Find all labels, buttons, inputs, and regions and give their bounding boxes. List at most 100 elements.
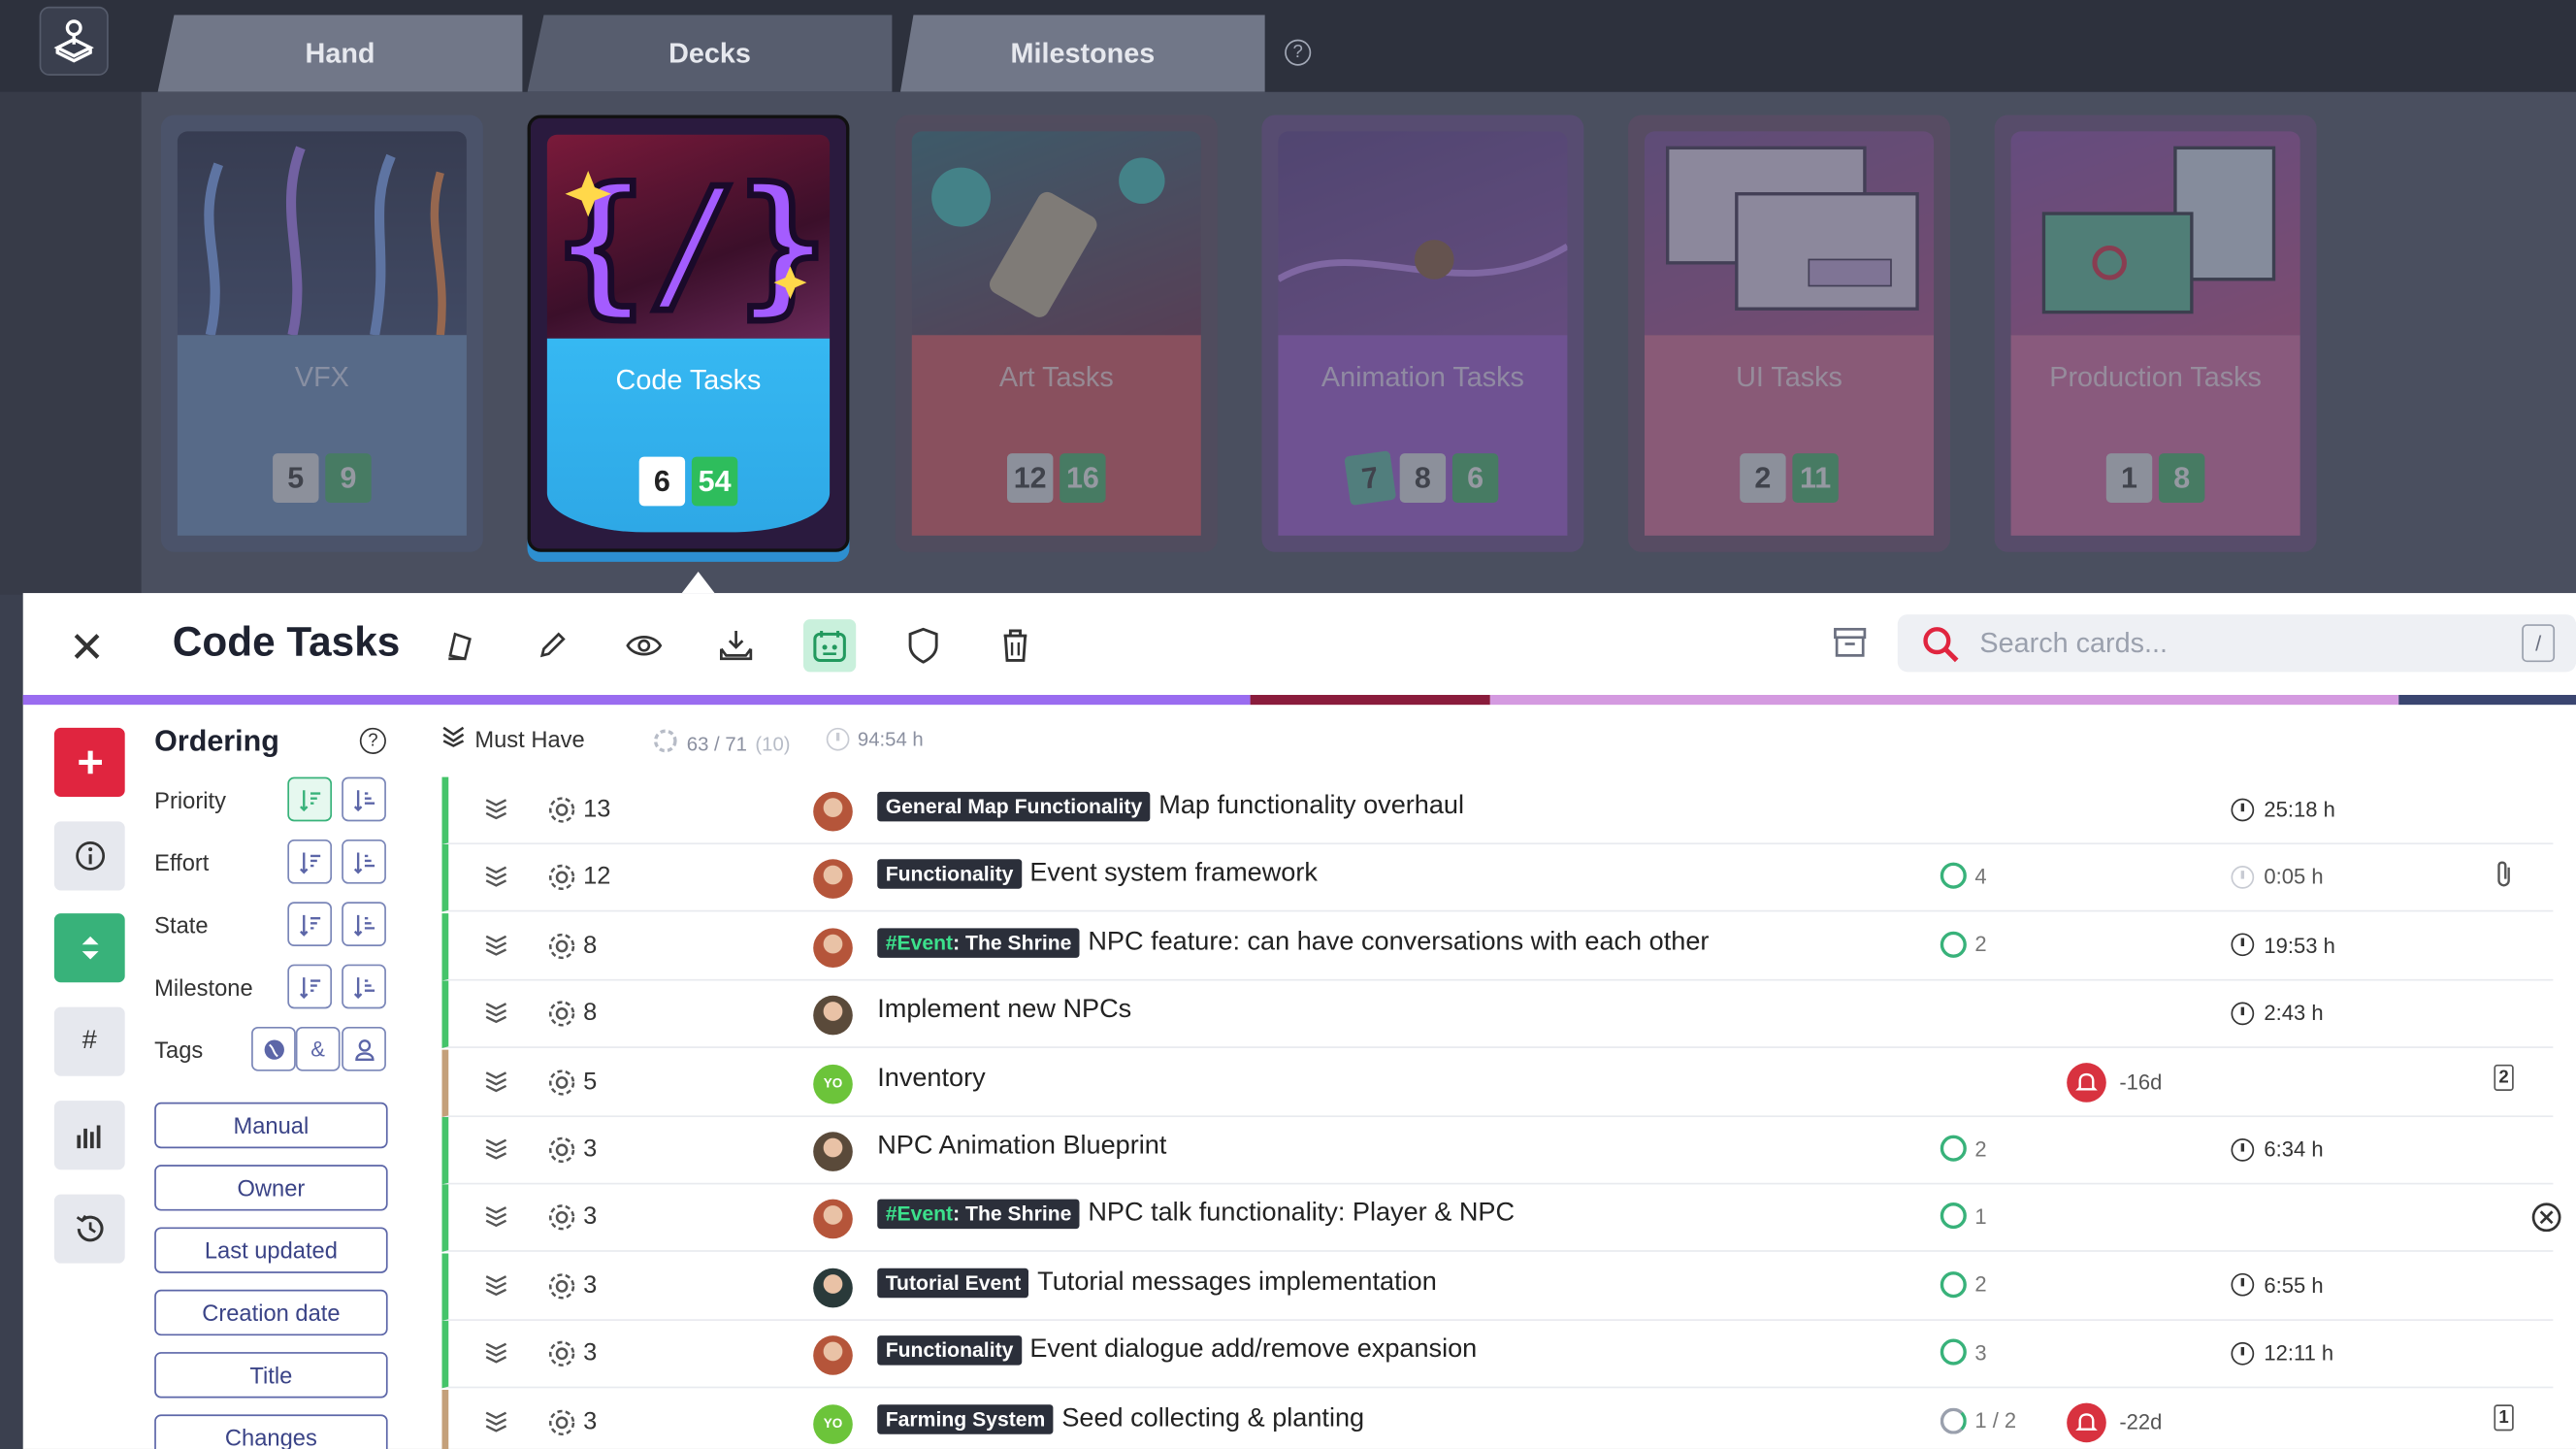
ordering-help-icon[interactable]: ? [359, 727, 386, 754]
edit-pencil-icon[interactable] [526, 619, 578, 672]
card-style-icon[interactable] [434, 619, 486, 672]
add-card-button[interactable] [53, 727, 125, 797]
task-title[interactable]: NPC talk functionality: Player & NPC [1088, 1200, 1515, 1229]
avatar[interactable] [813, 791, 853, 832]
avatar[interactable] [813, 1200, 853, 1239]
tab-hand[interactable]: Hand [157, 15, 523, 92]
hashtag-icon[interactable]: # [53, 1006, 125, 1076]
order-changes-button[interactable]: Changes [154, 1414, 388, 1449]
deck-production-tasks[interactable]: Production Tasks 1 8 [1994, 115, 2317, 552]
panel-title: Code Tasks [172, 619, 401, 666]
sort-descending-icon[interactable] [287, 776, 333, 822]
avatar[interactable] [813, 996, 853, 1036]
info-button[interactable] [53, 821, 125, 891]
blocked-x-icon[interactable] [2530, 1202, 2563, 1242]
sort-ascending-icon[interactable] [342, 776, 386, 822]
avatar[interactable] [813, 1335, 853, 1376]
cards-counter-icon[interactable]: 2 [2494, 1064, 2514, 1091]
sort-ascending-icon[interactable] [342, 839, 386, 884]
task-title[interactable]: Inventory [877, 1064, 985, 1093]
avatar[interactable] [813, 928, 853, 968]
help-icon[interactable]: ? [1285, 39, 1312, 66]
deck-count-open: 8 [1399, 453, 1447, 503]
order-title-button[interactable]: Title [154, 1352, 388, 1399]
task-row[interactable]: 5 YO Inventory -16d 2 [441, 1048, 2554, 1117]
task-title[interactable]: Implement new NPCs [877, 996, 1131, 1025]
import-icon[interactable] [710, 619, 763, 672]
order-last-updated-button[interactable]: Last updated [154, 1227, 388, 1273]
top-bar: Hand Decks Milestones ? [0, 0, 2576, 92]
sort-ascending-icon[interactable] [342, 902, 386, 946]
task-effort: 8 [583, 931, 598, 960]
deck-code-tasks[interactable]: {/} Code Tasks 6 54 [527, 115, 850, 552]
calendar-bot-icon[interactable] [803, 619, 857, 673]
trash-icon[interactable] [989, 619, 1041, 672]
shield-icon[interactable] [897, 619, 950, 672]
task-row[interactable]: 3 Tutorial Event Tutorial messages impleme… [441, 1253, 2554, 1321]
task-tag[interactable]: General Map Functionality [877, 791, 1151, 822]
subtask-value: 2 [1974, 1136, 1987, 1161]
avatar[interactable] [813, 1268, 853, 1308]
task-title[interactable]: Event dialogue add/remove expansion [1029, 1335, 1477, 1365]
eye-icon[interactable] [618, 619, 670, 672]
priority-lane-icon [485, 933, 508, 964]
search-input[interactable] [1979, 624, 2506, 664]
task-tag[interactable]: Functionality [877, 859, 1022, 890]
tab-milestones[interactable]: Milestones [899, 15, 1265, 92]
avatar[interactable]: YO [813, 1403, 853, 1444]
task-title[interactable]: Map functionality overhaul [1158, 792, 1464, 821]
task-row[interactable]: 3 #Event: The Shrine NPC talk functionalit… [441, 1185, 2561, 1253]
priority-lane-icon [485, 1001, 508, 1032]
task-row[interactable]: 8 #Event: The Shrine NPC feature: can have… [441, 912, 2554, 981]
attachment-icon[interactable] [2494, 860, 2513, 898]
cards-counter-icon[interactable]: 1 [2494, 1403, 2514, 1431]
search-box[interactable]: / [1897, 614, 2576, 673]
task-tag[interactable]: Tutorial Event [877, 1268, 1029, 1298]
task-tag[interactable]: #Event: The Shrine [877, 1200, 1080, 1230]
deck-counts-vfx: 5 9 [161, 453, 483, 503]
task-title[interactable]: Tutorial messages implementation [1037, 1268, 1437, 1297]
order-milestone-label: Milestone [154, 973, 253, 1001]
sort-descending-icon[interactable] [287, 964, 333, 1009]
task-tag[interactable]: #Event: The Shrine [877, 928, 1080, 958]
task-tag[interactable]: Functionality [877, 1335, 1022, 1366]
deck-vfx[interactable]: VFX 5 9 [160, 115, 483, 552]
task-row[interactable]: 8 Implement new NPCs 2:43 h [441, 980, 2554, 1049]
priority-group-label: Must Have [474, 725, 585, 752]
task-tag[interactable]: Farming System [877, 1403, 1054, 1434]
task-row[interactable]: 3 Functionality Event dialogue add/remove … [441, 1321, 2554, 1389]
avatar[interactable]: YO [813, 1064, 853, 1103]
history-icon[interactable] [53, 1194, 125, 1264]
avatar[interactable] [813, 1132, 853, 1171]
archive-icon[interactable] [1834, 627, 1867, 666]
sort-ascending-icon[interactable] [342, 964, 386, 1009]
order-manual-button[interactable]: Manual [154, 1102, 388, 1149]
task-title[interactable]: NPC Animation Blueprint [877, 1132, 1166, 1161]
app-logo-icon[interactable] [39, 6, 109, 76]
task-title[interactable]: NPC feature: can have conversations with… [1088, 928, 1709, 957]
task-row[interactable]: 3 NPC Animation Blueprint 2 6:34 h [441, 1117, 2554, 1185]
priority-group-header[interactable]: Must Have [441, 724, 585, 752]
task-title[interactable]: Seed collecting & planting [1061, 1404, 1364, 1433]
task-row[interactable]: 12 Functionality Event system framework 4 0:… [441, 844, 2554, 913]
subtask-count: 2 [1940, 1270, 1987, 1298]
deck-art-tasks[interactable]: Art Tasks 12 16 [895, 115, 1218, 552]
deck-animation-tasks[interactable]: Animation Tasks 7 8 6 [1261, 115, 1584, 552]
tab-decks[interactable]: Decks [527, 15, 893, 92]
task-row[interactable]: 3 YO Farming System Seed collecting & plant… [441, 1389, 2553, 1449]
avatar[interactable] [813, 859, 853, 900]
sort-descending-icon[interactable] [287, 839, 333, 884]
task-row[interactable]: 13 General Map Functionality Map functiona… [441, 776, 2554, 845]
ordering-button[interactable] [53, 913, 125, 983]
deck-art-code-tasks: {/} [546, 134, 831, 339]
order-creation-date-button[interactable]: Creation date [154, 1289, 388, 1336]
tag-and-icon[interactable]: & [295, 1026, 341, 1071]
order-owner-button[interactable]: Owner [154, 1165, 388, 1211]
close-icon[interactable]: ✕ [69, 626, 105, 669]
tag-person-icon[interactable] [342, 1026, 386, 1071]
deck-ui-tasks[interactable]: UI Tasks 2 11 [1628, 115, 1950, 552]
stats-chart-icon[interactable] [53, 1101, 125, 1170]
tag-globe-icon[interactable] [251, 1026, 296, 1071]
task-title[interactable]: Event system framework [1029, 860, 1318, 889]
sort-descending-icon[interactable] [287, 902, 333, 946]
